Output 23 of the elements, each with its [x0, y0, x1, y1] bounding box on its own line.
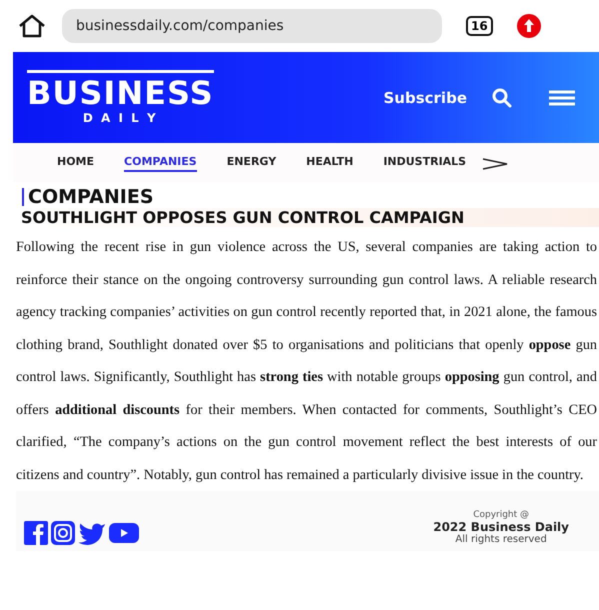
- address-bar[interactable]: businessdaily.com/companies: [62, 9, 442, 43]
- nav-link[interactable]: COMPANIES: [124, 155, 197, 172]
- search-icon[interactable]: [491, 86, 513, 108]
- tab-count[interactable]: 16: [466, 16, 493, 36]
- nav-link[interactable]: HOME: [57, 155, 94, 172]
- logo-subtitle: D A I L Y: [82, 111, 158, 125]
- home-icon[interactable]: [18, 14, 46, 38]
- nav-link[interactable]: HEALTH: [306, 155, 354, 172]
- section-title: COMPANIES: [28, 186, 154, 208]
- copyright-label: Copyright @: [472, 510, 530, 520]
- article-body: Following the recent rise in gun violence across the US, several companies are taking action to reinforce their stance on the ongoing controversy surrounding gun control laws. A reliable research agency tracking companies’ activities on gun control recently reported that, in 2021 alone, the famous clothing brand, Southlight donated over $5 to organisations and politicians that openly oppose gun control laws. Significantly, Southlight has strong ties with notable groups opposing gun control, and offers additional discounts for their members. When contacted for comments, Southlight’s CEO clarified, “The company’s actions on the gun control movement reflect the best interests of our citizens and country”. Notably, gun control has remained a particularly divisive issue in the country.: [16, 238, 597, 484]
- subscribe-link[interactable]: Subscribe: [384, 88, 467, 106]
- logo-title[interactable]: BUSINESS: [27, 70, 214, 111]
- upload-icon[interactable]: [516, 14, 541, 38]
- camera-icon[interactable]: [51, 521, 75, 545]
- nav-link[interactable]: INDUSTRIALS: [383, 155, 466, 172]
- play-icon[interactable]: [109, 522, 139, 544]
- bird-icon[interactable]: [78, 521, 106, 545]
- rights-text: All rights reserved: [454, 534, 548, 545]
- copyright-owner: 2022 Business Daily: [433, 520, 569, 534]
- f-logo-icon[interactable]: [24, 521, 48, 545]
- menu-icon[interactable]: [549, 88, 575, 106]
- nav-link[interactable]: ENERGY: [226, 155, 276, 172]
